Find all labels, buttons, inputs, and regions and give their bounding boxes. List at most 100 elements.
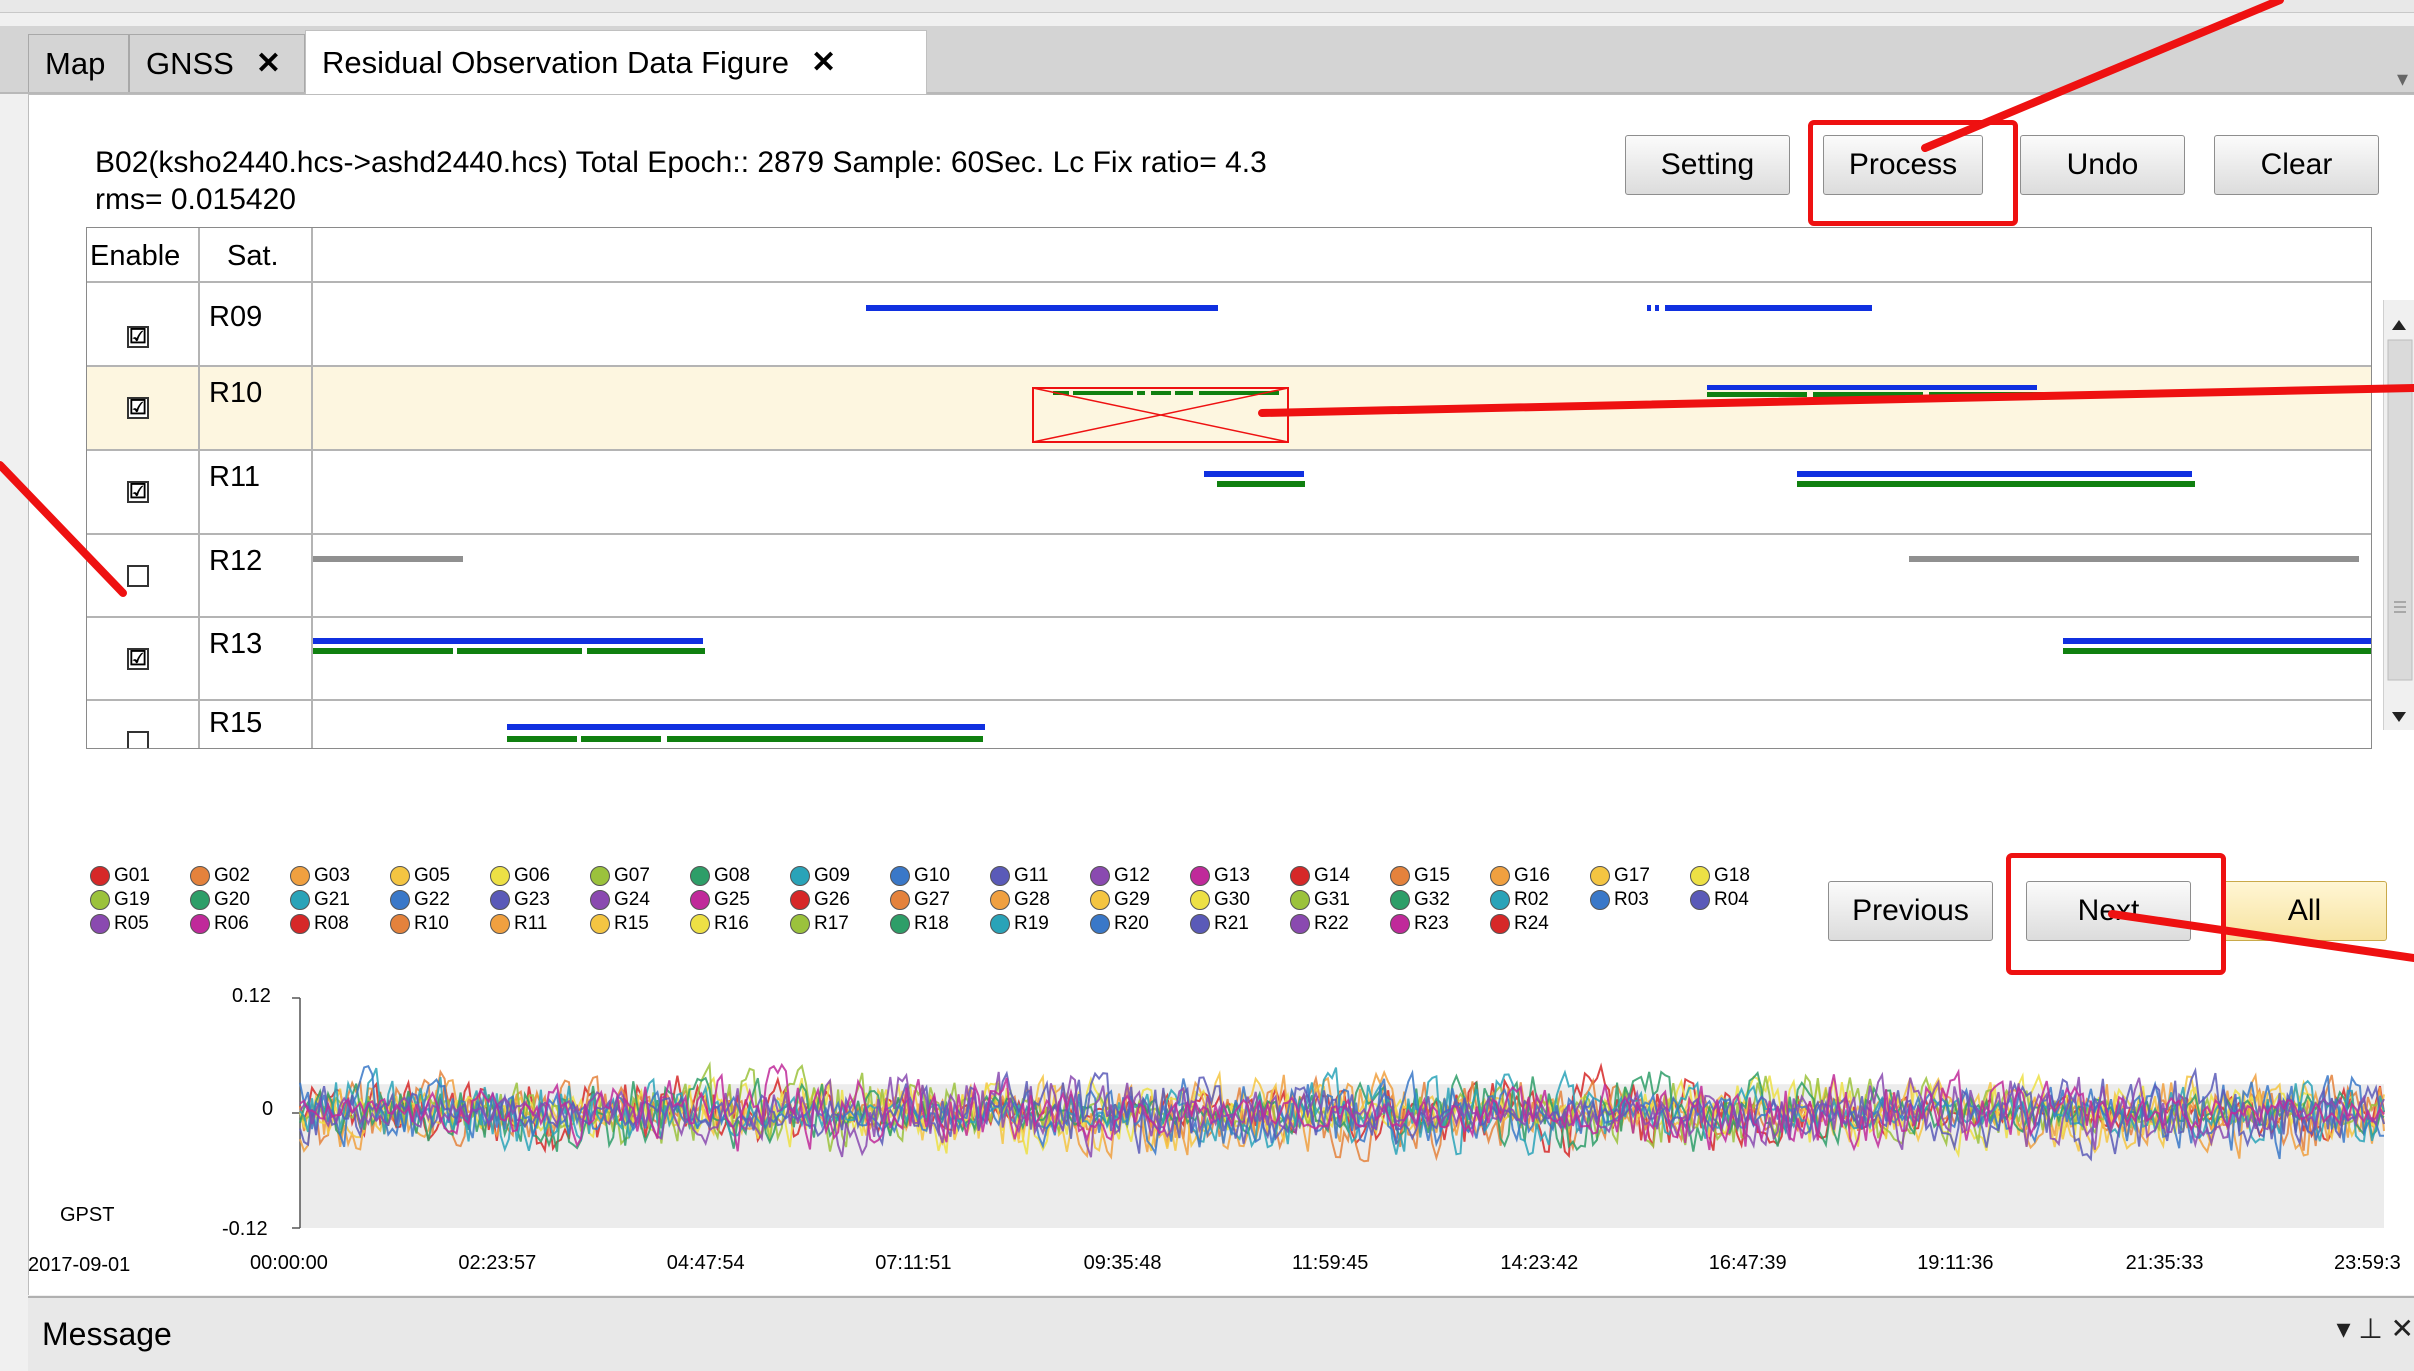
legend-item[interactable]: G03 <box>290 865 350 887</box>
legend-item[interactable]: G01 <box>90 865 150 887</box>
process-button[interactable]: Process <box>1823 135 1983 195</box>
obs-bar-r10 <box>1929 392 2127 397</box>
legend-item[interactable]: G06 <box>490 865 550 887</box>
legend-item[interactable]: G02 <box>190 865 250 887</box>
close-icon[interactable]: ✕ <box>256 46 281 81</box>
legend-item[interactable]: R19 <box>990 913 1049 935</box>
legend-label: R08 <box>314 913 349 934</box>
legend-item[interactable]: R17 <box>790 913 849 935</box>
legend-item[interactable]: R22 <box>1290 913 1349 935</box>
legend-swatch <box>1390 866 1410 886</box>
legend-item[interactable]: R06 <box>190 913 249 935</box>
legend-item[interactable]: G17 <box>1590 865 1650 887</box>
tab-map[interactable]: Map <box>28 34 129 92</box>
legend-swatch <box>1490 914 1510 934</box>
legend-label: G28 <box>1014 889 1050 910</box>
legend-item[interactable]: G28 <box>990 889 1050 911</box>
legend-label: G03 <box>314 865 350 886</box>
undo-button[interactable]: Undo <box>2020 135 2185 195</box>
legend-item[interactable]: G30 <box>1190 889 1250 911</box>
legend-item[interactable]: R02 <box>1490 889 1549 911</box>
legend-item[interactable]: R24 <box>1490 913 1549 935</box>
legend-label: R18 <box>914 913 949 934</box>
legend-label: R19 <box>1014 913 1049 934</box>
legend-item[interactable]: R23 <box>1390 913 1449 935</box>
next-button[interactable]: Next <box>2026 881 2191 941</box>
legend-item[interactable]: G18 <box>1690 865 1750 887</box>
legend-label: R23 <box>1414 913 1449 934</box>
legend-item[interactable]: G24 <box>590 889 650 911</box>
legend-swatch <box>490 890 510 910</box>
clear-button[interactable]: Clear <box>2214 135 2379 195</box>
tab-map-label: Map <box>45 45 106 81</box>
legend-item[interactable]: G23 <box>490 889 550 911</box>
all-button[interactable]: All <box>2222 881 2387 941</box>
legend-swatch <box>1090 890 1110 910</box>
legend-item[interactable]: R11 <box>490 913 547 935</box>
tab-residual-figure[interactable]: Residual Observation Data Figure ✕ <box>305 30 927 94</box>
legend-item[interactable]: G25 <box>690 889 750 911</box>
legend-item[interactable]: R15 <box>590 913 649 935</box>
legend-label: R16 <box>714 913 749 934</box>
legend-item[interactable]: R18 <box>890 913 949 935</box>
legend-item[interactable]: G07 <box>590 865 650 887</box>
tab-gnss[interactable]: GNSS ✕ <box>129 34 305 92</box>
legend-item[interactable]: G13 <box>1190 865 1250 887</box>
legend-item[interactable]: G20 <box>190 889 250 911</box>
setting-button[interactable]: Setting <box>1625 135 1790 195</box>
legend-item[interactable]: G05 <box>390 865 450 887</box>
grid-scrollbar[interactable] <box>2383 300 2414 730</box>
legend-item[interactable]: G21 <box>290 889 350 911</box>
obs-bar-r10 <box>1073 391 1133 395</box>
legend-label: G16 <box>1514 865 1550 886</box>
legend-swatch <box>290 914 310 934</box>
legend-item[interactable]: G10 <box>890 865 950 887</box>
legend-label: G25 <box>714 889 750 910</box>
obs-bar-r09 <box>1665 305 1872 311</box>
legend-item[interactable]: R10 <box>390 913 449 935</box>
x-tick-label: 16:47:39 <box>1708 1252 1787 1274</box>
legend-item[interactable]: G09 <box>790 865 850 887</box>
legend-swatch <box>390 866 410 886</box>
obs-bar-r15 <box>507 724 985 730</box>
message-title: Message <box>42 1316 172 1352</box>
legend-item[interactable]: G31 <box>1290 889 1350 911</box>
obs-bar-r13 <box>587 648 705 654</box>
legend-label: G14 <box>1314 865 1350 886</box>
legend-item[interactable]: G26 <box>790 889 850 911</box>
obs-bar-r15 <box>581 736 661 742</box>
x-tick-label: 23:59:3 <box>2334 1252 2401 1274</box>
legend-item[interactable]: G08 <box>690 865 750 887</box>
legend-item[interactable]: R03 <box>1590 889 1649 911</box>
legend-swatch <box>1190 890 1210 910</box>
legend-item[interactable]: G32 <box>1390 889 1450 911</box>
close-icon[interactable]: ✕ <box>811 45 836 80</box>
legend-item[interactable]: G16 <box>1490 865 1550 887</box>
legend-label: R06 <box>214 913 249 934</box>
message-panel-controls[interactable]: ▾ ⊥ ✕ <box>2337 1312 2414 1345</box>
legend-item[interactable]: R05 <box>90 913 149 935</box>
legend-item[interactable]: R21 <box>1190 913 1249 935</box>
tab-menu-icon[interactable]: ▾ <box>2397 66 2408 92</box>
previous-button[interactable]: Previous <box>1828 881 1993 941</box>
legend-item[interactable]: R20 <box>1090 913 1149 935</box>
legend-item[interactable]: G22 <box>390 889 450 911</box>
obs-bar-r11 <box>1797 471 2192 477</box>
legend-item[interactable]: R08 <box>290 913 349 935</box>
obs-bar-r09 <box>866 305 1218 311</box>
legend-item[interactable]: R16 <box>690 913 749 935</box>
legend-label: R05 <box>114 913 149 934</box>
legend-item[interactable]: G15 <box>1390 865 1450 887</box>
legend-label: G05 <box>414 865 450 886</box>
legend-label: G12 <box>1114 865 1150 886</box>
legend-item[interactable]: G11 <box>990 865 1049 887</box>
legend-swatch <box>890 890 910 910</box>
obs-bar-r15 <box>667 736 983 742</box>
legend-item[interactable]: G29 <box>1090 889 1150 911</box>
legend-item[interactable]: G12 <box>1090 865 1150 887</box>
legend-item[interactable]: G14 <box>1290 865 1350 887</box>
legend-item[interactable]: R04 <box>1690 889 1749 911</box>
legend-swatch <box>1590 866 1610 886</box>
legend-item[interactable]: G27 <box>890 889 950 911</box>
legend-item[interactable]: G19 <box>90 889 150 911</box>
